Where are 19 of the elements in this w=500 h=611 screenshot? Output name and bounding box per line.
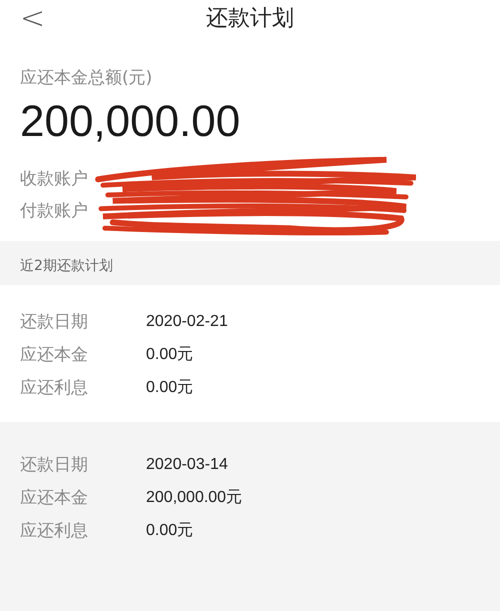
row-label: 应还本金 <box>20 344 89 366</box>
row-label: 还款日期 <box>20 311 89 333</box>
section-title: 近2期还款计划 <box>20 258 113 274</box>
row-label: 还款日期 <box>20 454 89 476</box>
account-label: 付款账户 <box>20 200 89 223</box>
account-label: 收款账户 <box>20 168 89 191</box>
total-amount: 200,000.00 <box>20 97 242 147</box>
row-value: 0.00元 <box>146 345 194 365</box>
back-button[interactable]: < <box>16 0 50 36</box>
row-value: 0.00元 <box>146 521 194 541</box>
row-label: 应还利息 <box>20 520 89 542</box>
row-value: 2020-03-14 <box>146 456 228 474</box>
row-label: 应还本金 <box>20 487 89 509</box>
total-label: 应还本金总额(元) <box>20 67 154 89</box>
row-value: 2020-02-21 <box>146 312 228 330</box>
row-label: 应还利息 <box>20 377 89 399</box>
page-title: 还款计划 <box>206 5 294 33</box>
row-value: 200,000.00元 <box>146 488 242 508</box>
row-value: 0.00元 <box>146 378 194 398</box>
